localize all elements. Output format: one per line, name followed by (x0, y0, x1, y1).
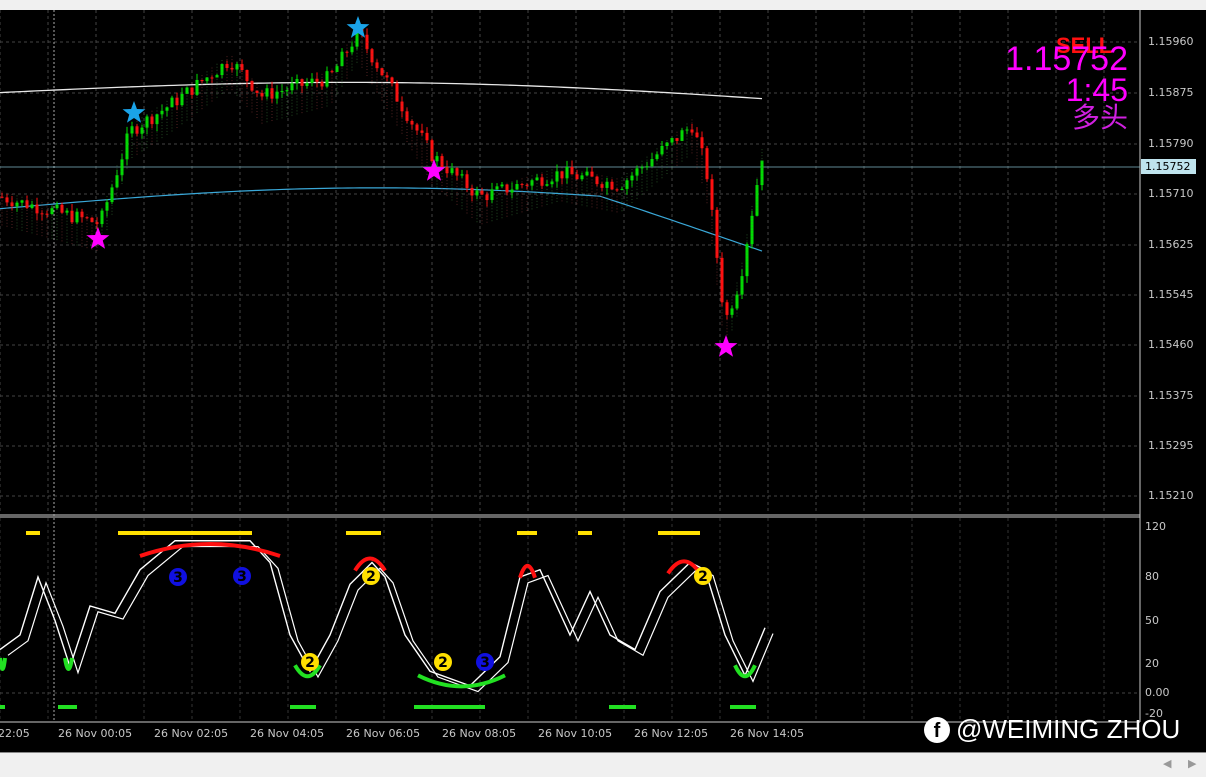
candle (710, 179, 714, 210)
moving-average-fast (0, 187, 763, 252)
candle (60, 204, 64, 213)
overbought-arc (518, 563, 537, 579)
candle (705, 148, 709, 180)
candle (125, 133, 129, 160)
candle (320, 81, 324, 87)
candle (35, 204, 39, 214)
indicator-tick-label: 0.00 (1145, 686, 1170, 699)
candle (725, 302, 729, 315)
price-tick-label: 1.15790 (1148, 137, 1194, 150)
price-tick-label: 1.15625 (1148, 238, 1194, 251)
time-tick-label: 26 Nov 12:05 (634, 727, 709, 740)
candle (680, 130, 684, 141)
chart-canvas[interactable]: 2 2 2 2 3 3 3 (0, 0, 1206, 776)
signal-badge-2-label: 2 (305, 655, 315, 671)
price-tick-label: 1.15375 (1148, 389, 1194, 402)
price-tick-label: 1.15210 (1148, 489, 1194, 502)
candle (145, 116, 149, 128)
time-tick-label: 26 Nov 14:05 (730, 727, 805, 740)
price-tick-label: 1.15710 (1148, 187, 1194, 200)
indicator-tick-label: 20 (1145, 657, 1159, 670)
indicator-tick-label: 120 (1145, 520, 1166, 533)
candle (700, 137, 704, 149)
candle (445, 167, 449, 174)
candle (425, 132, 429, 141)
candle (625, 180, 629, 189)
signal-trend: 多头 (1071, 102, 1128, 133)
signal-badge-3-label: 3 (237, 569, 247, 585)
scroll-right-icon[interactable]: ▶ (1188, 757, 1196, 770)
candle (720, 257, 724, 303)
moving-average-slow (0, 81, 763, 100)
candle (545, 184, 549, 186)
time-tick-label: 26 Nov 08:05 (442, 727, 517, 740)
signal-badge-2-label: 2 (438, 655, 448, 671)
time-tick-label: 26 Nov 10:05 (538, 727, 613, 740)
candle (120, 159, 124, 176)
price-tick-label: 1.15460 (1148, 338, 1194, 351)
candle (505, 184, 509, 193)
candle (210, 77, 214, 79)
candle (525, 184, 529, 186)
candle (105, 202, 109, 211)
candle (110, 187, 114, 203)
scroll-left-icon[interactable]: ◀ (1163, 757, 1171, 770)
candle (585, 171, 589, 176)
candle (45, 213, 49, 215)
candle (200, 79, 204, 82)
oversold-arc (0, 657, 7, 671)
indicator-tick-label: 50 (1145, 614, 1159, 627)
candle (420, 130, 424, 133)
candle (100, 210, 104, 225)
signal-badge-2-label: 2 (698, 569, 708, 585)
time-tick-label: 26 Nov 04:05 (250, 727, 325, 740)
candle (190, 87, 194, 95)
candle (630, 175, 634, 181)
candle (170, 97, 174, 108)
price-tick-label: 1.15545 (1148, 288, 1194, 301)
candle (285, 90, 289, 92)
watermark-text: @WEIMING ZHOU (956, 714, 1181, 744)
sell-star-icon (122, 101, 146, 123)
candle (450, 168, 454, 174)
overbought-arc (139, 542, 281, 558)
candle (745, 244, 749, 277)
price-tick-label: 1.15875 (1148, 86, 1194, 99)
candle (615, 189, 619, 191)
candle (390, 77, 394, 84)
price-tick-label: 1.15295 (1148, 439, 1194, 452)
time-tick-label: 26 Nov 06:05 (346, 727, 421, 740)
price-tick-label: 1.15960 (1148, 35, 1194, 48)
horizontal-scrollbar[interactable]: ◀ ▶ (0, 752, 1206, 777)
stochastic-main-line (0, 540, 766, 687)
buy-star-icon (714, 335, 738, 357)
candle (365, 34, 369, 50)
current-price-label: 1.15752 (1141, 159, 1196, 174)
signal-badge-3-label: 3 (480, 655, 490, 671)
time-tick-label: 26 Nov 00:05 (58, 727, 133, 740)
watermark: f @WEIMING ZHOU (924, 714, 1180, 745)
stochastic-signal-line (7, 545, 774, 693)
signal-badge-3-label: 3 (173, 570, 183, 586)
candle (610, 181, 614, 190)
time-tick-label: 26 Nov 02:05 (154, 727, 229, 740)
signal-badge-2-label: 2 (366, 569, 376, 585)
oversold-arc (417, 673, 506, 689)
indicator-tick-label: 80 (1145, 570, 1159, 583)
candle (405, 111, 409, 121)
candle (430, 140, 434, 162)
oversold-arc (733, 664, 757, 679)
time-tick-label: 22:05 (0, 727, 30, 740)
candle (470, 187, 474, 196)
candle (240, 64, 244, 71)
facebook-icon: f (924, 716, 950, 743)
candle (740, 276, 744, 295)
candle (10, 202, 14, 207)
signal-price: 1.15752 (1005, 40, 1128, 78)
candle (310, 78, 314, 83)
candle (290, 83, 294, 91)
candle (345, 51, 349, 53)
candle (580, 175, 584, 180)
candle (380, 68, 384, 76)
